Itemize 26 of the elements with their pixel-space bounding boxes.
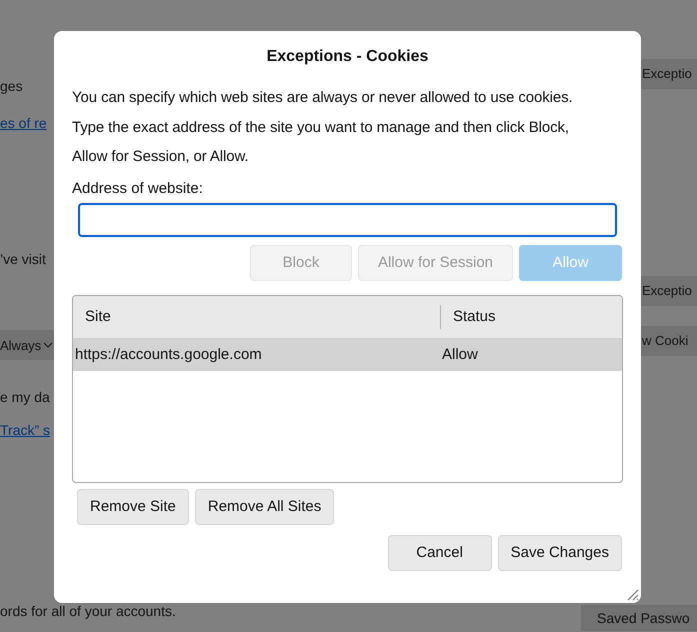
remove-button[interactable]: Remove All Sites [194, 488, 334, 524]
remove-button[interactable]: Remove Site [77, 488, 189, 524]
address-field[interactable] [78, 202, 617, 236]
chevron-icon [43, 342, 54, 348]
column-header[interactable]: Status [441, 304, 496, 328]
column-header[interactable]: Site [73, 304, 441, 328]
description-text: Allow for Session, or Allow. [72, 147, 250, 167]
page-button[interactable]: Exceptio [641, 276, 697, 306]
footer-button[interactable]: Save Changes [498, 534, 622, 570]
address-label: Address of website: [72, 180, 204, 196]
page-button[interactable]: Exceptio [641, 59, 697, 89]
page-dropdown[interactable]: Always [0, 330, 54, 360]
description-text: You can specify which web sites are always or never allowed to use cookies. [72, 88, 574, 108]
site-cell-text: https://accounts.google.com [74, 346, 263, 362]
page-button[interactable]: w Cooki [641, 326, 697, 356]
dialog-title: Exceptions - Cookies [266, 47, 430, 67]
description-text: Type the exact address of the site you want to manage and then click Block, [72, 118, 570, 138]
page-button[interactable]: Saved Passwo [581, 605, 697, 631]
status-cell-text: Allow [441, 346, 478, 362]
footer-button[interactable]: Cancel [388, 534, 492, 570]
table-row[interactable]: https://accounts.google.com Allow [73, 338, 622, 370]
resize-grip-icon[interactable] [625, 587, 639, 601]
page-text: ords for all of your accounts. [0, 602, 176, 621]
page-text: e my da [0, 388, 51, 407]
page-text: ges [0, 77, 24, 96]
page-text: ’ve visit [0, 250, 47, 269]
